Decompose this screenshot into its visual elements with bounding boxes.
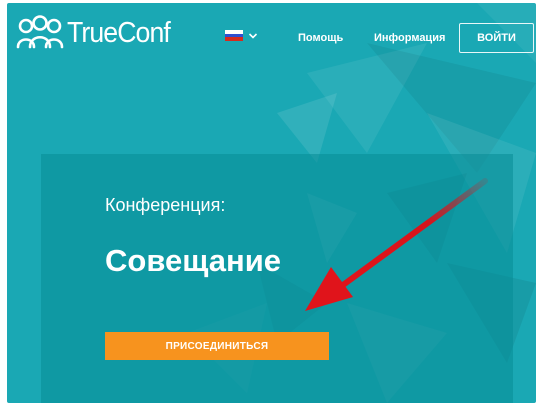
people-icon bbox=[16, 15, 64, 49]
logo[interactable]: TrueConf bbox=[15, 15, 179, 51]
conference-card: Конференция: Совещание ПРИСОЕДИНИТЬСЯ bbox=[41, 154, 513, 403]
header: TrueConf Помощь Информация ВОЙТИ bbox=[7, 3, 536, 75]
language-selector[interactable] bbox=[225, 30, 258, 42]
join-button[interactable]: ПРИСОЕДИНИТЬСЯ bbox=[105, 332, 329, 360]
logo-text: TrueConf bbox=[67, 16, 171, 49]
conference-label: Конференция: bbox=[105, 195, 226, 215]
nav-help-link[interactable]: Помощь bbox=[298, 32, 343, 44]
nav-info-link[interactable]: Информация bbox=[374, 32, 445, 44]
russian-flag-icon bbox=[225, 30, 243, 42]
conference-name: Совещание bbox=[105, 243, 282, 278]
page: TrueConf Помощь Информация ВОЙТИ Конфере… bbox=[7, 3, 536, 403]
chevron-down-icon bbox=[248, 32, 258, 39]
login-button[interactable]: ВОЙТИ bbox=[459, 23, 534, 53]
